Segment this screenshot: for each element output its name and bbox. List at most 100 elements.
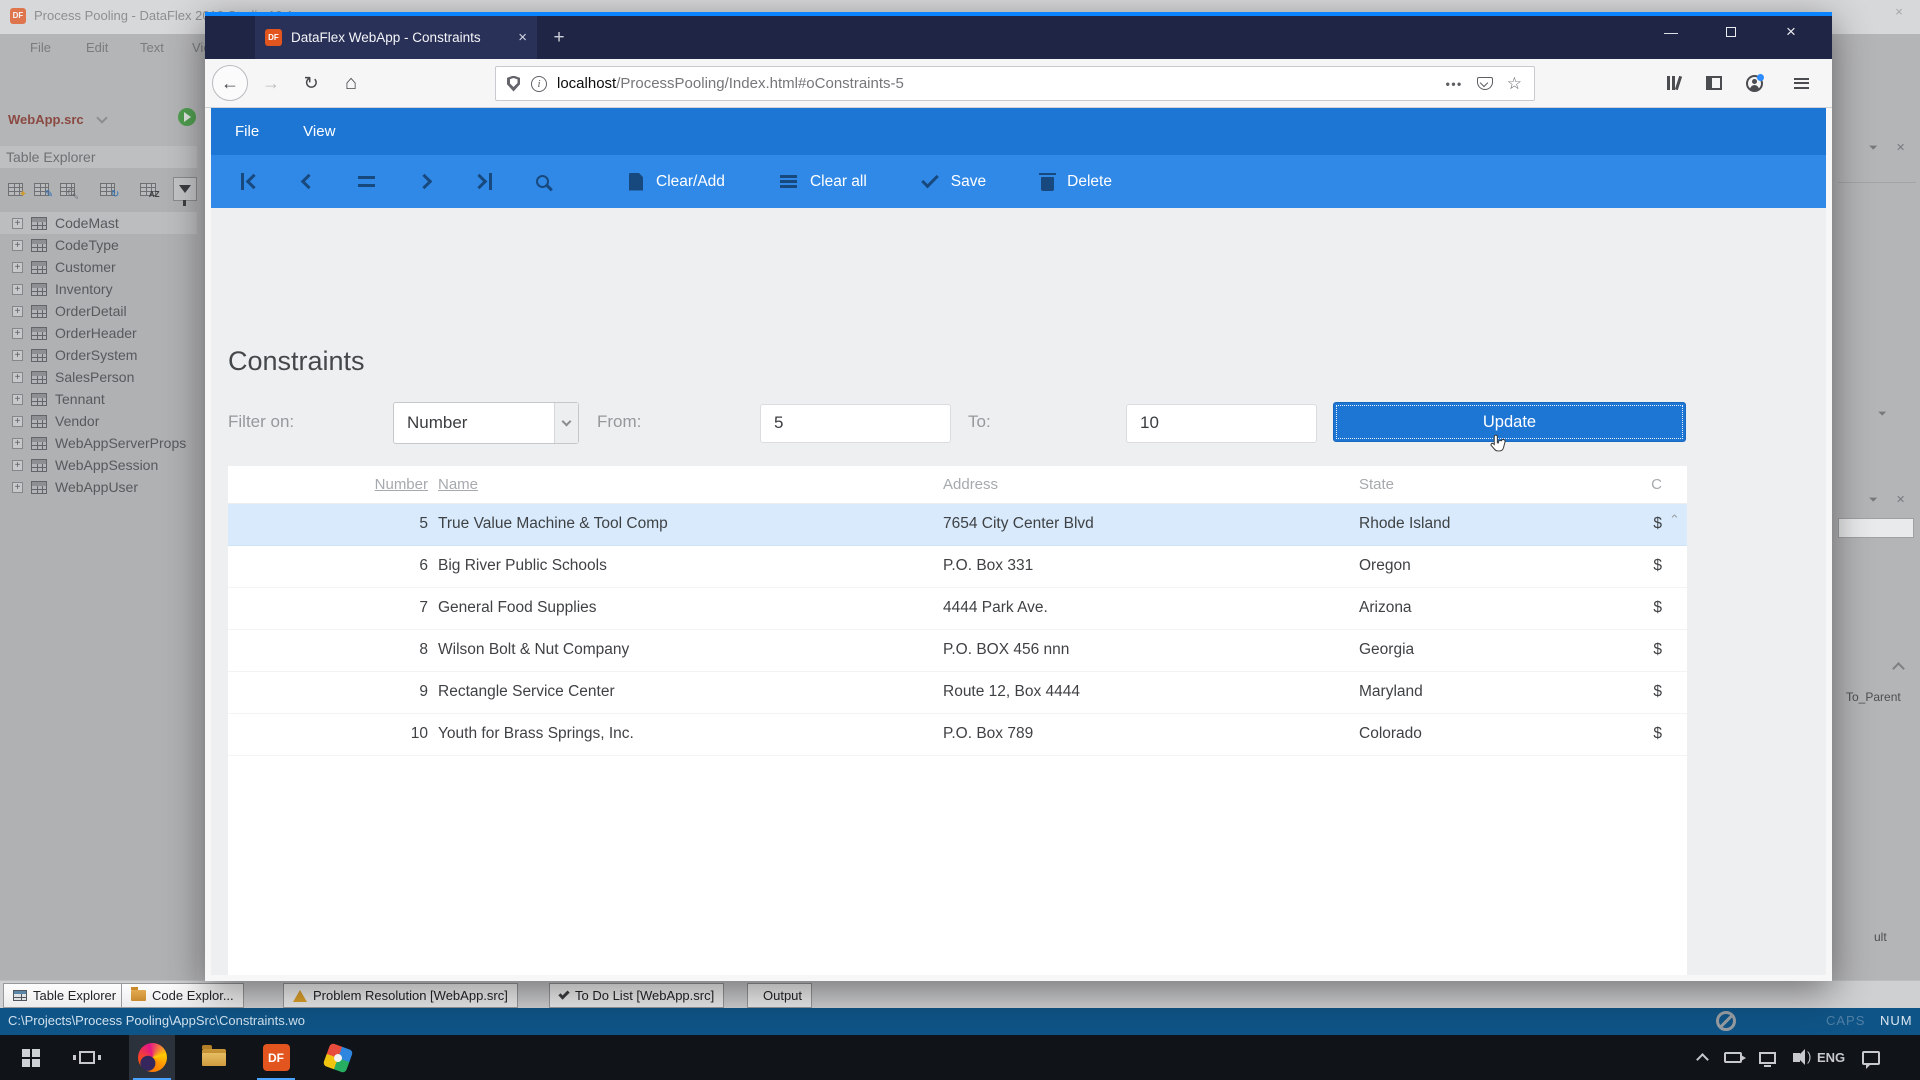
table-row[interactable]: 5 True Value Machine & Tool Comp 7654 Ci… (228, 504, 1687, 546)
sidebar-button[interactable] (1696, 65, 1732, 101)
record-nav-icon[interactable] (474, 173, 492, 190)
toolbar-action-button[interactable]: Delete (1041, 173, 1112, 191)
update-button[interactable]: Update (1333, 402, 1686, 442)
tree-expand-icon[interactable]: + (12, 240, 23, 251)
new-table-icon[interactable]: ✦ (8, 183, 23, 196)
page-actions-icon[interactable]: ••• (1446, 77, 1463, 91)
chevron-down-icon[interactable] (96, 112, 107, 123)
table-tree-item[interactable]: + WebAppSession (0, 454, 197, 476)
forward-button[interactable]: → (253, 65, 289, 101)
ide-menu-edit[interactable]: Edit (86, 40, 108, 55)
window-minimize-button[interactable]: — (1648, 16, 1694, 48)
url-bar[interactable]: i localhost/ProcessPooling/Index.html#oC… (495, 66, 1535, 101)
tree-expand-icon[interactable]: + (12, 262, 23, 273)
explore-table-icon[interactable]: 🔍︎ (60, 183, 75, 196)
select-chevron[interactable] (554, 403, 578, 443)
bookmark-star-icon[interactable]: ☆ (1507, 74, 1522, 94)
table-row[interactable]: 6 Big River Public Schools P.O. Box 331 … (228, 546, 1687, 588)
library-button[interactable] (1656, 65, 1692, 101)
tree-expand-icon[interactable]: + (12, 394, 23, 405)
table-tree-item[interactable]: + SalesPerson (0, 366, 197, 388)
table-row[interactable]: 9 Rectangle Service Center Route 12, Box… (228, 672, 1687, 714)
table-tree-item[interactable]: + WebAppUser (0, 476, 197, 498)
ide-close-button[interactable]: × (1884, 4, 1914, 19)
to-input[interactable]: 10 (1126, 404, 1317, 443)
firefox-taskbar-button[interactable] (129, 1035, 175, 1080)
tray-language[interactable]: ENG (1817, 1050, 1845, 1065)
pocket-icon[interactable] (1477, 77, 1493, 90)
right-panel-close-icon[interactable]: ✕ (1896, 138, 1905, 156)
url-text[interactable]: localhost/ProcessPooling/Index.html#oCon… (557, 75, 1446, 92)
start-button[interactable] (8, 1035, 54, 1080)
table-tree-item[interactable]: + Customer (0, 256, 197, 278)
tree-expand-icon[interactable]: + (12, 218, 23, 229)
project-combo[interactable]: WebApp.src (8, 112, 84, 127)
table-tree-item[interactable]: + Tennant (0, 388, 197, 410)
column-header-state[interactable]: State (1359, 476, 1619, 493)
reload-button[interactable]: ↻ (293, 65, 329, 101)
ide-menu-text[interactable]: Text (140, 40, 164, 55)
back-button[interactable]: ← (212, 65, 248, 101)
refresh-table-icon[interactable]: ↻ (100, 183, 115, 196)
edit-table-icon[interactable]: ✎ (34, 183, 49, 196)
tree-expand-icon[interactable]: + (12, 284, 23, 295)
from-input[interactable]: 5 (760, 404, 951, 443)
filter-tables-button[interactable] (173, 177, 197, 201)
table-tree-item[interactable]: + Vendor (0, 410, 197, 432)
toolbar-action-button[interactable]: Clear/Add (629, 173, 725, 191)
record-nav-icon[interactable] (241, 173, 259, 190)
webapp-menu-file[interactable]: File (235, 123, 259, 140)
scroll-up-icon[interactable] (1892, 662, 1905, 675)
tray-network-icon[interactable] (1759, 1052, 1776, 1064)
tree-expand-icon[interactable]: + (12, 438, 23, 449)
record-nav-icon[interactable] (303, 173, 314, 190)
tray-volume-icon[interactable] (1793, 1053, 1800, 1062)
column-header-address[interactable]: Address (943, 476, 1323, 493)
tree-expand-icon[interactable]: + (12, 416, 23, 427)
toolbar-action-button[interactable]: Clear all (780, 173, 867, 191)
ide-bottom-tab[interactable]: Output (747, 983, 812, 1008)
studio-taskbar-button[interactable] (315, 1035, 361, 1080)
tracking-shield-icon[interactable] (507, 76, 520, 92)
window-close-button[interactable]: × (1768, 16, 1814, 48)
tray-expand-icon[interactable] (1696, 1053, 1709, 1066)
table-row[interactable]: 7 General Food Supplies 4444 Park Ave. A… (228, 588, 1687, 630)
tree-expand-icon[interactable]: + (12, 372, 23, 383)
new-tab-button[interactable]: + (545, 24, 573, 52)
window-maximize-button[interactable] (1708, 16, 1754, 48)
tree-expand-icon[interactable]: + (12, 328, 23, 339)
browser-tab[interactable]: DF DataFlex WebApp - Constraints × (255, 16, 537, 59)
menu-button[interactable] (1783, 65, 1819, 101)
run-button[interactable] (178, 108, 196, 126)
home-button[interactable]: ⌂ (333, 65, 369, 101)
file-explorer-taskbar-button[interactable] (191, 1035, 237, 1080)
table-tree-item[interactable]: + OrderHeader (0, 322, 197, 344)
table-tree-item[interactable]: + CodeMast (0, 212, 197, 234)
right-panel2-close-icon[interactable]: ✕ (1896, 490, 1905, 508)
ide-bottom-tab[interactable]: Problem Resolution [WebApp.src] (283, 983, 518, 1008)
tree-expand-icon[interactable]: + (12, 350, 23, 361)
filter-field-select[interactable]: Number (393, 402, 579, 444)
column-header-number[interactable]: Number (348, 476, 428, 493)
table-tree-item[interactable]: + Inventory (0, 278, 197, 300)
table-tree-item[interactable]: + WebAppServerProps (0, 432, 197, 454)
grid-scroll-up-icon[interactable]: ⌃ (1669, 512, 1681, 524)
right-combo-chevron-icon[interactable]: ⏷ (1878, 404, 1887, 422)
record-nav-icon[interactable] (419, 173, 430, 190)
tree-expand-icon[interactable]: + (12, 306, 23, 317)
column-header-c[interactable]: C (1630, 476, 1662, 493)
right-panel-field[interactable] (1838, 518, 1914, 538)
ide-bottom-tab[interactable]: Table Explorer (3, 983, 126, 1008)
task-view-button[interactable] (64, 1035, 110, 1080)
record-nav-icon[interactable] (358, 173, 375, 190)
ide-menu-file[interactable]: File (30, 40, 51, 55)
table-row[interactable]: 8 Wilson Bolt & Nut Company P.O. BOX 456… (228, 630, 1687, 672)
tree-expand-icon[interactable]: + (12, 482, 23, 493)
record-nav-icon[interactable] (536, 173, 549, 190)
ide-bottom-tab[interactable]: To Do List [WebApp.src] (549, 983, 724, 1008)
table-row[interactable]: 10 Youth for Brass Springs, Inc. P.O. Bo… (228, 714, 1687, 756)
account-button[interactable] (1736, 65, 1772, 101)
right-panel2-pin-icon[interactable]: ⏷ (1869, 490, 1878, 508)
toolbar-action-button[interactable]: Save (922, 173, 986, 191)
tab-close-icon[interactable]: × (518, 29, 527, 46)
